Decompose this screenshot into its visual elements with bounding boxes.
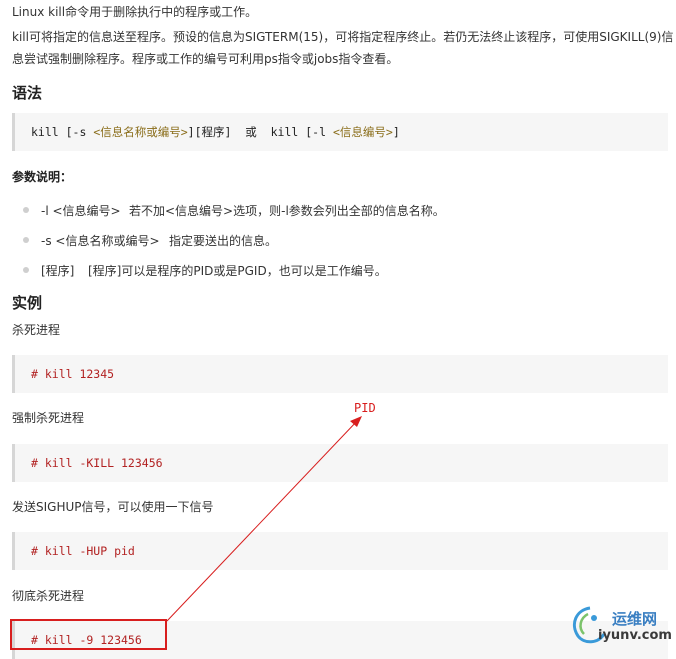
watermark-logo: 运维网 iyunv.com	[568, 602, 672, 648]
annotation-label: PID	[354, 401, 376, 415]
watermark-text-domain: iyunv.com	[598, 628, 672, 643]
annotation-arrow	[166, 416, 362, 622]
watermark-text-cn: 运维网	[612, 610, 658, 628]
